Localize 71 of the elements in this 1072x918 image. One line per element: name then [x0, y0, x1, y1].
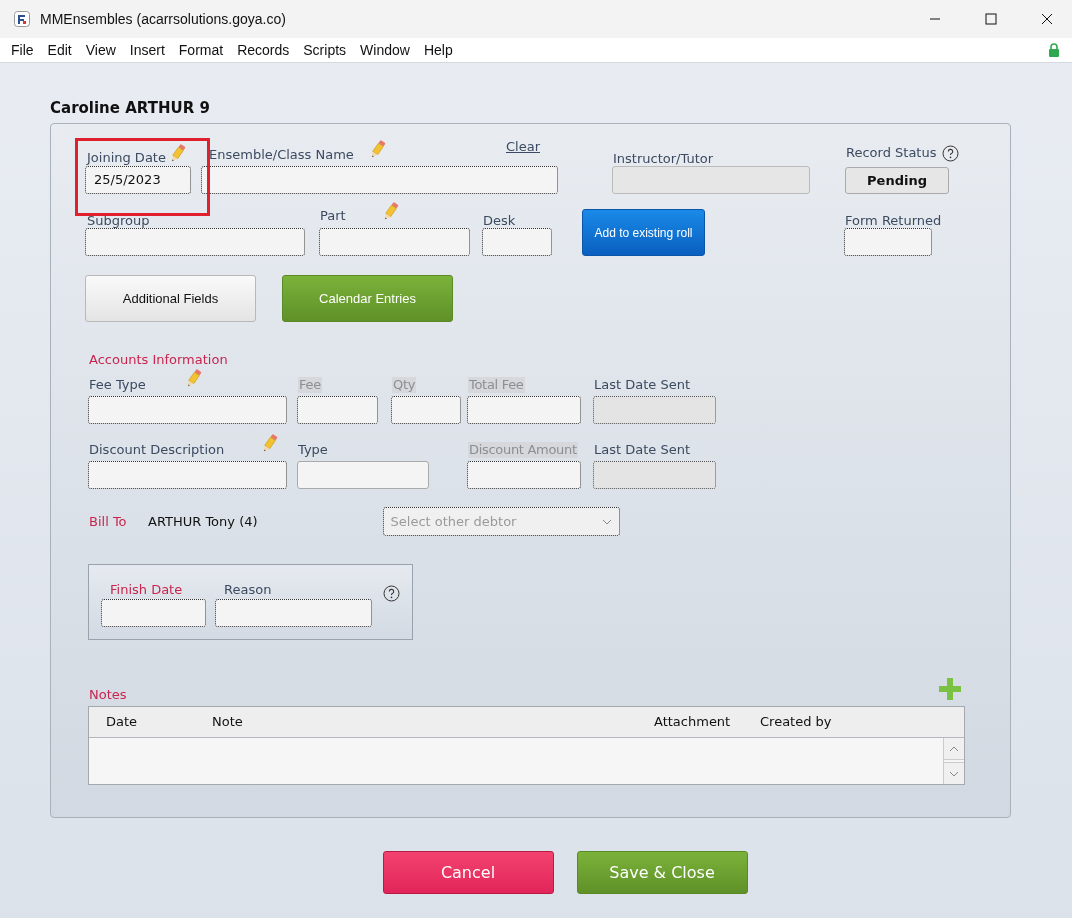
field-label: Fee Type	[89, 377, 146, 393]
cancel-button[interactable]: Cancel	[382, 851, 554, 894]
input-field[interactable]	[319, 228, 470, 256]
bill-to-label: Bill To	[89, 512, 128, 531]
input-field[interactable]	[201, 166, 558, 194]
input-field[interactable]	[88, 396, 287, 424]
menu-item[interactable]: Insert	[122, 39, 172, 61]
status-badge: Pending	[845, 167, 949, 194]
menu-item[interactable]: Records	[230, 39, 297, 61]
column-header: Created by	[760, 713, 832, 732]
field-label: Desk	[483, 213, 516, 228]
additional-fields-button[interactable]: Additional Fields	[85, 275, 256, 322]
chevron-down-icon[interactable]	[949, 770, 959, 777]
input-field[interactable]	[593, 396, 716, 424]
input-field[interactable]	[215, 599, 372, 627]
menu-item[interactable]: Help	[416, 39, 460, 61]
input-field[interactable]	[482, 228, 552, 256]
menu-item[interactable]: File	[4, 39, 41, 61]
close-icon	[1041, 13, 1053, 25]
column-header: Attachment	[654, 713, 732, 732]
input-field[interactable]	[844, 228, 932, 256]
input-field[interactable]	[297, 396, 378, 424]
field-label: Total Fee	[468, 377, 525, 393]
input-field[interactable]	[612, 166, 810, 194]
field-label: Record Status	[846, 145, 937, 161]
field-label: Last Date Sent	[594, 442, 690, 458]
debtor-name: ARTHUR Tony (4)	[148, 512, 258, 531]
input-field[interactable]	[101, 599, 206, 627]
help-icon[interactable]	[942, 145, 960, 162]
field-label: Finish Date	[110, 582, 183, 597]
field-label: Discount Description	[89, 442, 225, 458]
field-label: Subgroup	[87, 213, 150, 228]
lock-icon	[1048, 43, 1060, 57]
menu-item[interactable]: Window	[353, 39, 417, 61]
clear-link[interactable]: Clear	[506, 136, 540, 156]
column-header: Date	[106, 713, 139, 732]
chevron-down-icon	[601, 518, 612, 525]
menu-item[interactable]: Format	[171, 39, 231, 61]
input-field[interactable]	[88, 461, 287, 489]
field-label: Fee	[298, 377, 322, 393]
help-icon[interactable]	[383, 585, 400, 602]
column-header: Note	[212, 713, 244, 732]
maximize-icon	[985, 13, 997, 25]
field-label: Reason	[224, 582, 272, 597]
field-label: Part	[320, 208, 346, 224]
chevron-up-icon[interactable]	[949, 745, 959, 752]
menu-item[interactable]: View	[78, 39, 123, 61]
input-field[interactable]: 25/5/2023	[85, 166, 191, 194]
window-title: MMEnsembles (acarrsolutions.goya.co)	[40, 9, 286, 29]
field-label: Instructor/Tutor	[613, 151, 714, 166]
menu-item[interactable]: Scripts	[296, 39, 354, 61]
section-heading: Accounts Information	[89, 352, 228, 367]
input-field[interactable]	[593, 461, 716, 489]
field-label: Ensemble/Class Name	[209, 147, 354, 162]
record-title: Caroline ARTHUR 9	[50, 99, 210, 117]
field-label: Qty	[392, 377, 417, 393]
menu-item[interactable]: Edit	[40, 39, 79, 61]
field-label: Joining Date	[87, 150, 166, 166]
input-field[interactable]	[391, 396, 461, 424]
field-label: Discount Amount	[468, 442, 578, 458]
add-to-roll-button[interactable]: Add to existing roll	[582, 209, 705, 256]
input-field[interactable]	[467, 396, 581, 424]
field-label: Last Date Sent	[594, 377, 690, 393]
input-field[interactable]	[85, 228, 305, 256]
input-field[interactable]	[297, 461, 429, 489]
input-field[interactable]	[467, 461, 581, 489]
field-label: Form Returned	[845, 213, 942, 228]
field-label: Type	[298, 442, 328, 458]
section-heading: Notes	[89, 685, 127, 704]
app-icon	[14, 11, 30, 27]
scrollbar[interactable]	[943, 738, 964, 784]
